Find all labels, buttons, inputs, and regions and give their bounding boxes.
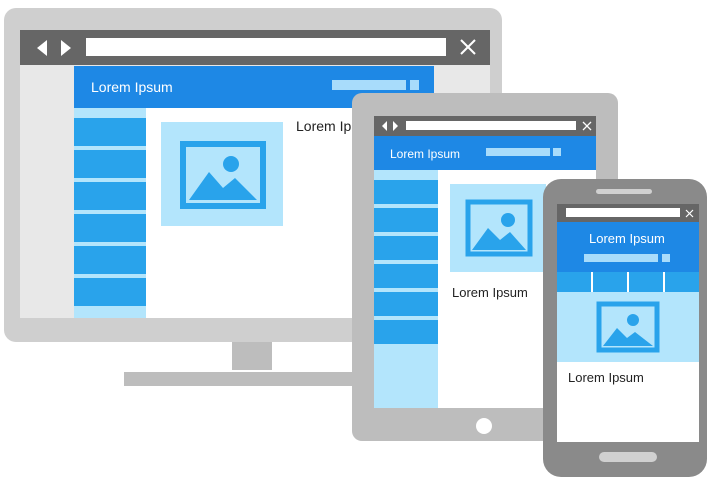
close-icon[interactable] bbox=[685, 209, 694, 218]
phone-page-header bbox=[557, 222, 699, 272]
tablet-sidebar bbox=[374, 170, 438, 408]
phone-search-input[interactable] bbox=[584, 254, 658, 262]
tablet-search-button[interactable] bbox=[553, 148, 561, 156]
tab-divider bbox=[591, 272, 593, 292]
tablet-search-input[interactable] bbox=[486, 148, 550, 156]
chevron-left-icon[interactable] bbox=[37, 40, 47, 56]
tab-divider bbox=[663, 272, 665, 292]
close-icon[interactable] bbox=[459, 38, 477, 56]
tablet-sidebar-item[interactable] bbox=[374, 320, 438, 344]
tablet-sidebar-item[interactable] bbox=[374, 236, 438, 260]
tablet-body-text: Lorem Ipsum bbox=[452, 285, 528, 300]
image-placeholder-icon bbox=[465, 199, 533, 257]
image-placeholder-icon bbox=[180, 141, 266, 209]
desktop-address-bar[interactable] bbox=[86, 38, 446, 56]
close-icon[interactable] bbox=[582, 121, 592, 131]
monitor-stand-neck bbox=[232, 342, 272, 370]
phone-home-button[interactable] bbox=[599, 452, 657, 462]
tablet-image-placeholder bbox=[450, 184, 546, 272]
tablet-sidebar-item[interactable] bbox=[374, 208, 438, 232]
phone-speaker bbox=[596, 189, 652, 194]
desktop-sidebar-item[interactable] bbox=[74, 214, 146, 242]
chevron-left-icon[interactable] bbox=[382, 121, 387, 131]
tablet-sidebar-item[interactable] bbox=[374, 292, 438, 316]
chevron-right-icon[interactable] bbox=[393, 121, 398, 131]
desktop-body-text: Lorem Ip bbox=[296, 118, 352, 134]
phone-address-bar[interactable] bbox=[566, 208, 680, 217]
desktop-nav-arrows bbox=[37, 40, 71, 56]
desktop-sidebar-item[interactable] bbox=[74, 150, 146, 178]
tablet-sidebar-item[interactable] bbox=[374, 180, 438, 204]
phone-tab-bar bbox=[557, 272, 699, 292]
tablet-nav-arrows bbox=[382, 121, 398, 131]
desktop-sidebar-item[interactable] bbox=[74, 278, 146, 306]
tablet-sidebar-item[interactable] bbox=[374, 264, 438, 288]
phone-image-banner bbox=[557, 292, 699, 362]
desktop-sidebar bbox=[74, 108, 146, 318]
desktop-sidebar-item[interactable] bbox=[74, 118, 146, 146]
tab-divider bbox=[627, 272, 629, 292]
desktop-image-placeholder bbox=[161, 122, 283, 226]
desktop-search-input[interactable] bbox=[332, 80, 406, 90]
phone-search-button[interactable] bbox=[662, 254, 670, 262]
phone-header-title: Lorem Ipsum bbox=[589, 231, 665, 246]
tablet-address-bar[interactable] bbox=[406, 121, 576, 130]
chevron-right-icon[interactable] bbox=[61, 40, 71, 56]
tablet-header-title: Lorem Ipsum bbox=[390, 147, 461, 161]
monitor-stand-base bbox=[124, 372, 386, 386]
tablet-home-button[interactable] bbox=[476, 418, 492, 434]
desktop-search-button[interactable] bbox=[410, 80, 419, 90]
phone-body-text: Lorem Ipsum bbox=[568, 370, 644, 385]
desktop-header-title: Lorem Ipsum bbox=[91, 79, 173, 95]
image-placeholder-icon bbox=[596, 301, 660, 353]
desktop-sidebar-item[interactable] bbox=[74, 182, 146, 210]
desktop-sidebar-item[interactable] bbox=[74, 246, 146, 274]
